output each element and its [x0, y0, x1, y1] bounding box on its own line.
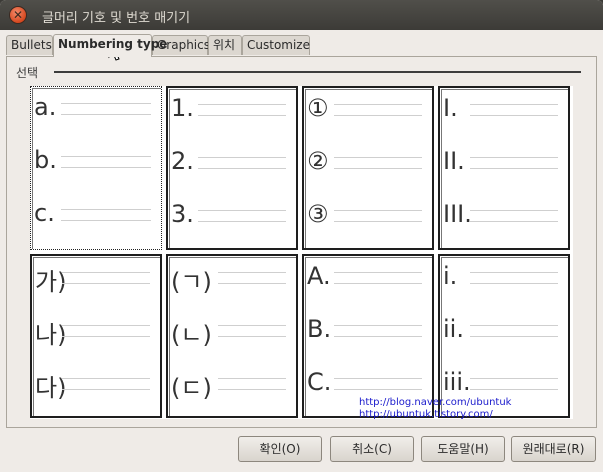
preview-line [470, 157, 558, 169]
option-label: ③ [307, 200, 329, 228]
option-label: 3. [171, 200, 194, 228]
preview-line [198, 157, 286, 169]
window-title: 글머리 기호 및 번호 매기기 [42, 11, 191, 26]
tab-numbering-type[interactable]: Numbering type [53, 34, 167, 57]
preview-line [198, 210, 286, 222]
watermark-url: http://blog.naver.com/ubuntuk [359, 397, 512, 408]
preview-line [334, 210, 422, 222]
preview-line [470, 378, 558, 390]
numbering-option[interactable]: i. ii. iii. [438, 254, 570, 418]
option-label: 1. [171, 94, 194, 122]
tab-bullets[interactable]: Bullets [6, 35, 53, 55]
preview-line [62, 272, 150, 284]
preview-line [334, 104, 422, 116]
preview-line [470, 210, 558, 222]
option-label: ii. [443, 315, 464, 343]
preview-line [61, 103, 151, 115]
option-label: III. [443, 200, 472, 228]
tab-position[interactable]: 위치 [208, 35, 242, 55]
option-label: (ㄷ) [171, 374, 212, 402]
preview-line [470, 104, 558, 116]
option-label: ② [307, 147, 329, 175]
option-label: b. [34, 146, 57, 174]
numbering-option[interactable]: 가) 나) 다) [30, 254, 162, 418]
preview-line [470, 325, 558, 337]
option-label: (ㄱ) [171, 268, 212, 296]
option-label: I. [443, 94, 458, 122]
option-label: iii. [443, 368, 471, 396]
preview-line [61, 209, 151, 221]
numbering-option[interactable]: I. II. III. [438, 86, 570, 250]
numbering-option[interactable]: a. b. c. [30, 86, 162, 250]
option-label: (ㄴ) [171, 321, 212, 349]
preview-line [61, 156, 151, 168]
ok-button[interactable]: 확인(O) [238, 436, 322, 462]
cancel-button[interactable]: 취소(C) [330, 436, 414, 462]
preview-line [62, 325, 150, 337]
option-label: II. [443, 147, 465, 175]
title-bar: ✕ 글머리 기호 및 번호 매기기 [0, 0, 603, 30]
option-label: c. [34, 199, 55, 227]
option-label: i. [443, 262, 458, 290]
preview-line [198, 104, 286, 116]
option-label: ① [307, 94, 329, 122]
section-label: 선택 [16, 66, 39, 80]
watermark-url: http://ubuntuk.tistory.com/ [359, 409, 493, 420]
option-label: C. [307, 368, 332, 396]
numbering-option[interactable]: ① ② ③ [302, 86, 434, 250]
preview-line [470, 272, 558, 284]
numbering-grid: a. b. c. 1. 2. 3. ① ② ③ I. II. III. 가) 나… [30, 86, 573, 419]
option-label: A. [307, 262, 331, 290]
preview-line [334, 325, 422, 337]
preview-line [62, 378, 150, 390]
tab-customize[interactable]: Customize [242, 35, 310, 55]
close-icon[interactable]: ✕ [9, 6, 27, 24]
preview-line [334, 157, 422, 169]
preview-line [218, 378, 286, 390]
option-label: B. [307, 315, 332, 343]
preview-line [218, 272, 286, 284]
reset-button[interactable]: 원래대로(R) [511, 436, 596, 462]
preview-line [218, 325, 286, 337]
help-button[interactable]: 도움말(H) [421, 436, 505, 462]
preview-line [334, 272, 422, 284]
preview-line [334, 378, 422, 390]
section-divider [54, 71, 581, 73]
option-label: a. [34, 93, 57, 121]
option-label: 2. [171, 147, 194, 175]
dialog-window: ✕ 글머리 기호 및 번호 매기기 Bullets Numbering type… [0, 0, 603, 472]
numbering-option[interactable]: (ㄱ) (ㄴ) (ㄷ) [166, 254, 298, 418]
numbering-option[interactable]: A. B. C. [302, 254, 434, 418]
numbering-option[interactable]: 1. 2. 3. [166, 86, 298, 250]
